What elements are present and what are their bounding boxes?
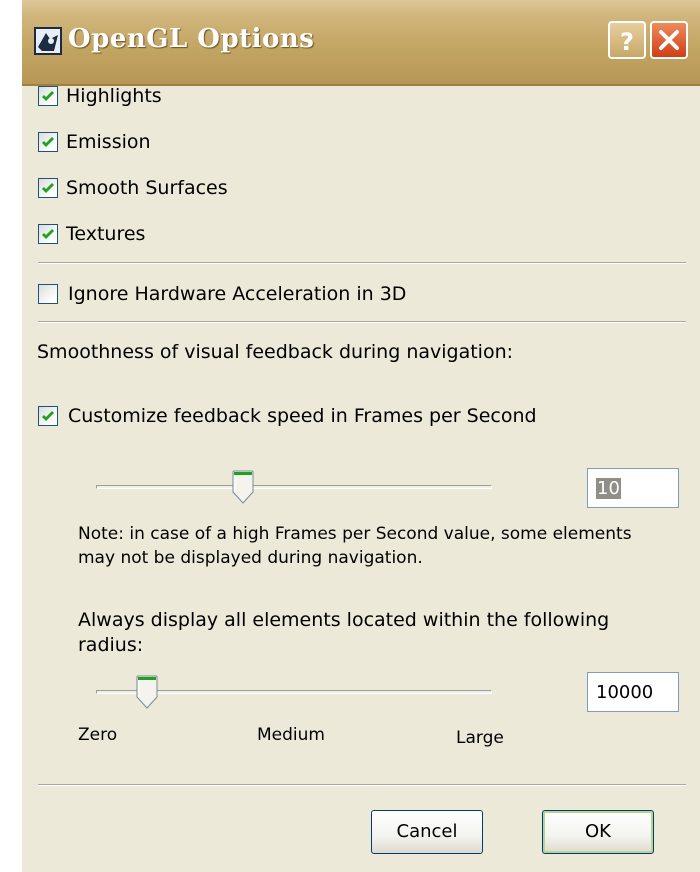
opengl-options-dialog: OpenGL Options ? Highlights Emission Smo… [22, 0, 700, 872]
close-button[interactable] [650, 21, 688, 59]
ok-button[interactable]: OK [542, 810, 654, 854]
fps-slider-thumb[interactable] [232, 470, 254, 504]
checkmark-icon [42, 137, 54, 147]
title-bar[interactable]: OpenGL Options ? [22, 0, 700, 86]
fps-value: 10 [596, 478, 621, 499]
radius-value-field[interactable]: 10000 [587, 672, 679, 712]
radius-value: 10000 [596, 682, 654, 703]
help-button[interactable]: ? [608, 21, 646, 59]
emission-checkbox[interactable] [38, 132, 58, 152]
fps-note-line1: Note: in case of a high Frames per Secon… [78, 524, 632, 544]
cancel-button[interactable]: Cancel [371, 810, 483, 854]
fps-note-line2: may not be displayed during navigation. [78, 548, 423, 568]
separator [38, 262, 686, 264]
textures-checkbox[interactable] [38, 224, 58, 244]
scale-label-zero: Zero [78, 725, 118, 745]
ignore-hw-acceleration-checkbox[interactable] [38, 284, 58, 304]
checkmark-icon [42, 411, 54, 421]
close-icon [659, 30, 679, 50]
separator [38, 321, 686, 323]
radius-label-line1: Always display all elements located with… [78, 609, 610, 631]
separator [38, 784, 686, 786]
fps-slider-track[interactable] [96, 485, 492, 489]
customize-feedback-checkbox[interactable] [38, 406, 58, 426]
smooth-surfaces-label: Smooth Surfaces [66, 177, 228, 199]
scale-label-medium: Medium [257, 725, 325, 745]
checkmark-icon [42, 91, 54, 101]
radius-label-line2: radius: [78, 634, 144, 656]
ignore-hw-acceleration-label: Ignore Hardware Acceleration in 3D [68, 283, 407, 305]
window-title: OpenGL Options [68, 24, 315, 54]
highlights-checkbox[interactable] [38, 86, 58, 106]
highlights-label: Highlights [66, 85, 162, 107]
svg-text:?: ? [620, 28, 634, 56]
scale-label-large: Large [456, 728, 504, 748]
app-icon [34, 27, 62, 55]
radius-slider-thumb[interactable] [136, 675, 158, 709]
question-mark-icon: ? [620, 28, 634, 56]
fps-value-field[interactable]: 10 [587, 468, 679, 508]
checkmark-icon [42, 229, 54, 239]
checkmark-icon [42, 183, 54, 193]
textures-label: Textures [66, 223, 146, 245]
emission-label: Emission [66, 131, 151, 153]
smoothness-heading: Smoothness of visual feedback during nav… [37, 341, 514, 363]
customize-feedback-label: Customize feedback speed in Frames per S… [68, 405, 537, 427]
smooth-surfaces-checkbox[interactable] [38, 178, 58, 198]
